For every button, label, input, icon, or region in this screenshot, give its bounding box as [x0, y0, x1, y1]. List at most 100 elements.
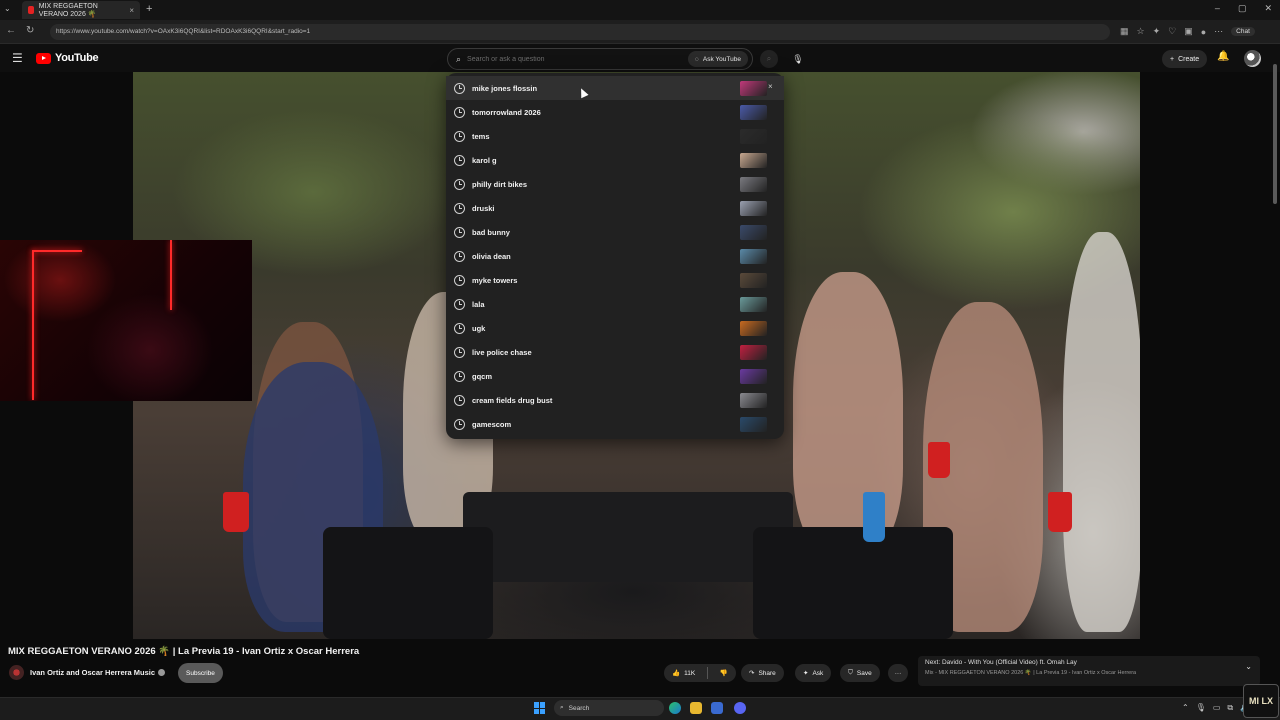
- ask-youtube-button[interactable]: ◌ Ask YouTube: [688, 51, 748, 67]
- chevron-down-icon[interactable]: ⌄: [1245, 662, 1252, 671]
- profile-icon[interactable]: ●: [1201, 27, 1206, 37]
- history-icon: [454, 82, 465, 94]
- share-label: Share: [758, 669, 776, 677]
- verified-icon: [158, 669, 166, 676]
- history-icon: [454, 322, 465, 334]
- like-button[interactable]: 👍 11K: [664, 664, 703, 682]
- more-actions-button[interactable]: ···: [888, 664, 908, 682]
- suggestion-item[interactable]: olivia dean: [446, 244, 784, 268]
- discord-icon[interactable]: [734, 702, 746, 714]
- thumbs-down-icon: 👎: [719, 670, 728, 677]
- suggestion-item[interactable]: philly dirt bikes: [446, 172, 784, 196]
- suggestion-text: bad bunny: [472, 227, 510, 237]
- copilot-chat-button[interactable]: Chat: [1231, 27, 1255, 36]
- ask-sparkle-icon: ◌: [695, 55, 699, 63]
- suggestion-item[interactable]: myke towers: [446, 268, 784, 292]
- microphone-icon[interactable]: 🎙: [789, 50, 807, 68]
- maximize-button[interactable]: ▢: [1238, 3, 1247, 14]
- history-icon: [454, 418, 465, 430]
- suggestion-item[interactable]: ugk: [446, 316, 784, 340]
- channel-name[interactable]: Ivan Ortiz and Oscar Herrera Music: [30, 668, 166, 677]
- video-title: MIX REGGAETON VERANO 2026 🌴 | La Previa …: [8, 646, 360, 657]
- suggestion-text: druski: [472, 203, 495, 213]
- suggestion-thumbnail: [740, 177, 767, 192]
- suggestion-item[interactable]: lala: [446, 292, 784, 316]
- youtube-logo[interactable]: YouTube: [36, 52, 99, 64]
- address-bar[interactable]: https://www.youtube.com/watch?v=OAxK3i6Q…: [50, 24, 1110, 40]
- webcam-overlay: [0, 240, 252, 401]
- account-avatar[interactable]: [1244, 50, 1261, 67]
- suggestion-item[interactable]: bad bunny: [446, 220, 784, 244]
- back-icon[interactable]: ←: [6, 25, 16, 36]
- more-menu-icon[interactable]: ⋯: [1214, 26, 1223, 37]
- person-figure: [1063, 232, 1140, 632]
- suggestion-text: live police chase: [472, 347, 532, 357]
- suggestion-item[interactable]: karol g: [446, 148, 784, 172]
- blue-cup: [863, 492, 885, 542]
- edge-icon[interactable]: [669, 702, 681, 714]
- notifications-bell-icon[interactable]: 🔔: [1217, 51, 1229, 62]
- suggestion-item[interactable]: tomorrowland 2026: [446, 100, 784, 124]
- tab-search-icon[interactable]: ⌄: [4, 4, 11, 13]
- taskbar-search[interactable]: ⌕ Search: [554, 700, 664, 716]
- ask-button[interactable]: ✦ Ask: [795, 664, 832, 682]
- suggestion-text: myke towers: [472, 275, 518, 285]
- up-next-panel[interactable]: Next: Davido - With You (Official Video)…: [918, 656, 1260, 686]
- share-arrow-icon: ↷: [749, 670, 755, 677]
- suggestion-item[interactable]: mike jones flossin ×: [446, 76, 784, 100]
- favorites-icon[interactable]: ♡: [1168, 26, 1176, 37]
- save-button[interactable]: ⛉ Save: [840, 664, 880, 682]
- file-explorer-icon[interactable]: [690, 702, 702, 714]
- suggestion-text: tomorrowland 2026: [472, 107, 541, 117]
- tray-chevron-icon[interactable]: ⌃: [1182, 703, 1189, 713]
- share-button[interactable]: ↷ Share: [741, 664, 784, 682]
- suggestion-thumbnail: [740, 345, 767, 360]
- mic-tray-icon[interactable]: 🎙: [1196, 703, 1206, 713]
- reload-icon[interactable]: ↻: [26, 25, 34, 36]
- remove-suggestion-icon[interactable]: ×: [768, 82, 773, 91]
- display-icon[interactable]: ▭: [1213, 703, 1221, 713]
- network-icon[interactable]: ⧉: [1227, 703, 1233, 713]
- playlist-title: Mix - MIX REGGAETON VERANO 2026 🌴 | La P…: [925, 670, 1137, 676]
- split-view-icon[interactable]: ▦: [1120, 26, 1129, 37]
- up-next-title: Next: Davido - With You (Official Video)…: [925, 659, 1077, 666]
- history-icon: [454, 298, 465, 310]
- suggestion-text: cream fields drug bust: [472, 395, 553, 405]
- extension-icon[interactable]: ✦: [1153, 26, 1161, 37]
- suggestion-thumbnail: [740, 129, 767, 144]
- suggestion-thumbnail: [740, 81, 767, 96]
- menu-hamburger-icon[interactable]: ☰: [12, 51, 23, 65]
- suggestion-item[interactable]: tems: [446, 124, 784, 148]
- new-tab-button[interactable]: +: [146, 3, 152, 15]
- vscode-icon[interactable]: [711, 702, 723, 714]
- search-input[interactable]: [467, 55, 668, 63]
- dislike-button[interactable]: 👎: [712, 664, 736, 682]
- page-scrollbar[interactable]: [1273, 44, 1278, 694]
- subscribe-button[interactable]: Subscribe: [178, 663, 223, 683]
- channel-name-text: Ivan Ortiz and Oscar Herrera Music: [30, 668, 156, 677]
- browser-tab[interactable]: MIX REGGAETON VERANO 2026 🌴 ×: [22, 1, 140, 19]
- close-window-button[interactable]: ✕: [1264, 3, 1272, 14]
- suggestion-item[interactable]: druski: [446, 196, 784, 220]
- channel-avatar[interactable]: [9, 665, 24, 680]
- scrollbar-thumb[interactable]: [1273, 64, 1277, 204]
- minimize-button[interactable]: –: [1215, 3, 1220, 14]
- history-icon: [454, 130, 465, 142]
- youtube-favicon-icon: [28, 6, 34, 14]
- windows-start-icon[interactable]: [534, 702, 546, 714]
- suggestion-item[interactable]: cream fields drug bust: [446, 388, 784, 412]
- search-submit-button[interactable]: ⌕: [760, 50, 778, 68]
- suggestion-item[interactable]: live police chase: [446, 340, 784, 364]
- tab-title: MIX REGGAETON VERANO 2026 🌴: [38, 2, 98, 18]
- create-button[interactable]: + Create: [1162, 50, 1208, 68]
- suggestion-item[interactable]: gqcm: [446, 364, 784, 388]
- suggestion-thumbnail: [740, 201, 767, 216]
- suggestion-thumbnail: [740, 273, 767, 288]
- suggestion-text: gamescom: [472, 419, 512, 429]
- tab-close-icon[interactable]: ×: [129, 6, 134, 15]
- channel-watermark-logo: MI LX: [1243, 684, 1279, 718]
- suggestion-item[interactable]: gamescom: [446, 412, 784, 436]
- neon-light: [32, 250, 82, 252]
- collections-icon[interactable]: ▣: [1184, 26, 1193, 37]
- favorite-star-icon[interactable]: ☆: [1137, 26, 1145, 37]
